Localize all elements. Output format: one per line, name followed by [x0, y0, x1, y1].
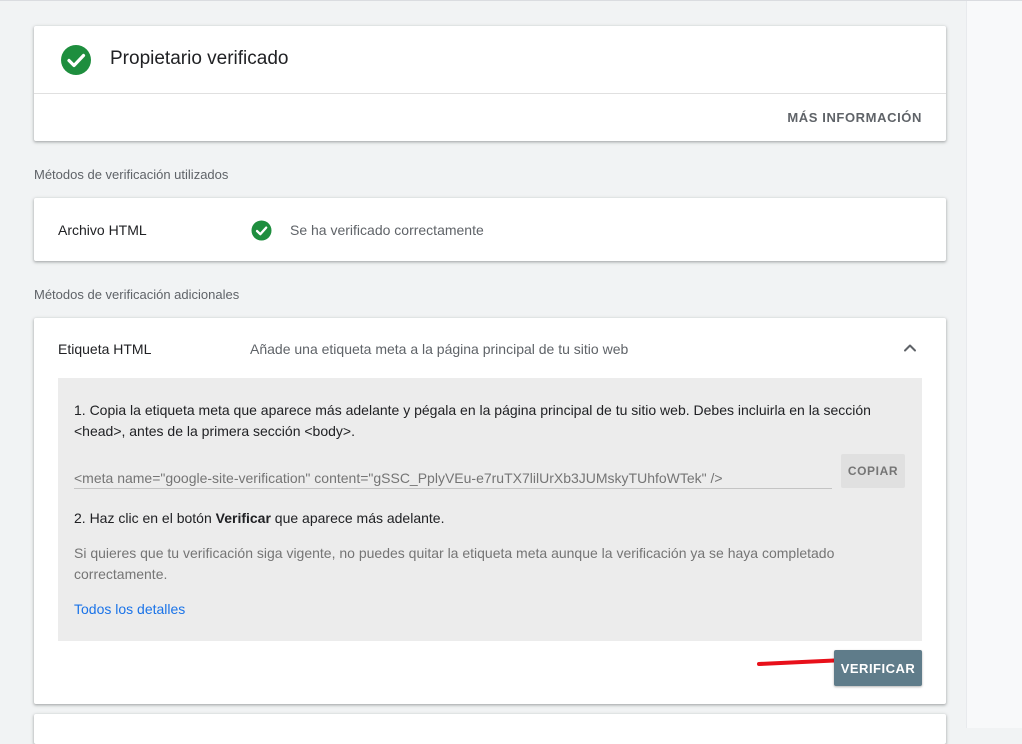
html-tag-title[interactable]: Etiqueta HTML [58, 341, 151, 357]
method-status: Se ha verificado correctamente [290, 222, 484, 238]
step-1-text: 1. Copia la etiqueta meta que aparece má… [74, 402, 871, 439]
top-divider [0, 0, 1022, 1]
check-circle-icon [61, 45, 91, 75]
check-circle-icon [251, 220, 272, 241]
step-2-bold: Verificar [215, 510, 271, 526]
all-details-link[interactable]: Todos los detalles [74, 601, 185, 617]
copy-button[interactable]: COPIAR [841, 454, 905, 488]
owner-verified-card: Propietario verificado MÁS INFORMACIÓN [34, 26, 946, 141]
more-info-link[interactable]: MÁS INFORMACIÓN [787, 110, 922, 125]
chevron-up-icon[interactable] [900, 338, 920, 358]
instructions-panel: 1. Copia la etiqueta meta que aparece má… [58, 378, 922, 641]
html-tag-description: Añade una etiqueta meta a la página prin… [250, 341, 629, 357]
html-tag-method-card: Etiqueta HTML Añade una etiqueta meta a … [34, 318, 946, 704]
method-name: Archivo HTML [58, 222, 147, 238]
step-2-prefix: 2. Haz clic en el botón [74, 510, 216, 526]
meta-tag-field[interactable] [74, 468, 832, 489]
right-gutter [966, 1, 1022, 728]
persistence-note: Si quieres que tu verificación siga vige… [74, 545, 835, 582]
additional-methods-heading: Métodos de verificación adicionales [34, 287, 240, 302]
used-methods-heading: Métodos de verificación utilizados [34, 167, 229, 182]
owner-verified-title: Propietario verificado [110, 48, 289, 69]
step-2-suffix: que aparece más adelante. [270, 510, 445, 526]
html-file-method-card: Archivo HTML Se ha verificado correctame… [34, 198, 946, 261]
next-method-card[interactable] [34, 714, 946, 744]
owner-verified-header: Propietario verificado [34, 26, 946, 94]
step-2-text: 2. Haz clic en el botón Verificar que ap… [74, 510, 444, 526]
verify-button[interactable]: VERIFICAR [834, 650, 922, 686]
